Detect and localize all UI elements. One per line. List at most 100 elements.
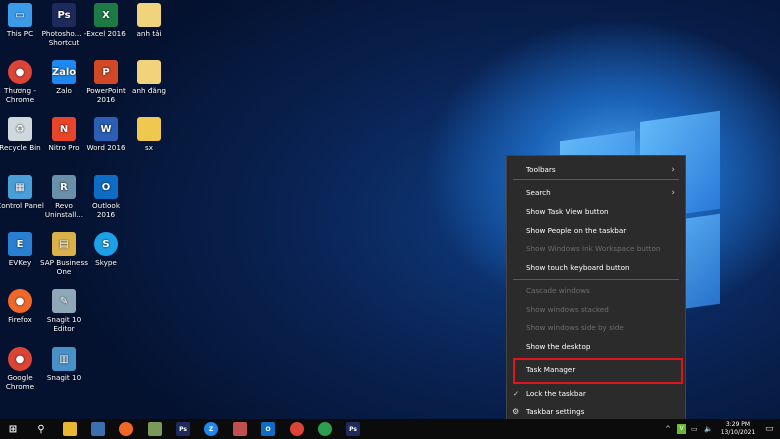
menu-item-label: Show People on the taskbar — [526, 226, 627, 235]
menu-item-label: Show Windows Ink Workspace button — [526, 244, 661, 253]
taskbar-zalo-icon[interactable]: Z — [204, 422, 218, 436]
notification-center-icon[interactable]: ▭ — [765, 419, 774, 439]
checkmark-icon: ✓ — [513, 389, 520, 398]
menu-item-show-windows-stacked[interactable]: Show windows stacked — [526, 303, 679, 317]
volume-icon[interactable]: 🔈 — [704, 419, 713, 439]
evkey-tray-icon[interactable]: V — [677, 424, 686, 434]
desktop-icon-zalo[interactable]: Zalo Zalo — [40, 60, 88, 95]
menu-item-label: Show Task View button — [526, 207, 609, 216]
desktop-icon-snagit-10-editor[interactable]: ✎ Snagit 10 Editor — [40, 289, 88, 333]
menu-separator — [513, 279, 679, 280]
folder-icon — [137, 117, 161, 141]
chevron-right-icon: › — [671, 165, 675, 175]
menu-item-label: Show touch keyboard button — [526, 263, 630, 272]
desktop-icon-label: Excel 2016 — [86, 29, 126, 38]
taskbar-paint-app-icon[interactable] — [233, 422, 247, 436]
desktop-icon-anh-t-i[interactable]: anh tải — [125, 3, 173, 38]
taskbar-photoshop-icon[interactable]: Ps — [346, 422, 360, 436]
taskbar-windows-start-icon[interactable]: ⊞ — [6, 422, 20, 436]
desktop-icon-label: sx — [145, 143, 153, 152]
desktop-icon-label: Google Chrome — [5, 373, 35, 391]
desktop-icon-label: PowerPoint 2016 — [86, 86, 126, 104]
menu-separator — [513, 179, 679, 180]
desktop-icon-nitro-pro[interactable]: N Nitro Pro — [40, 117, 88, 152]
desktop-icon-label: anh tải — [136, 29, 162, 38]
desktop-icon-recycle-bin[interactable]: ♻ Recycle Bin — [0, 117, 44, 152]
desktop-icon-word-2016[interactable]: W Word 2016 — [82, 117, 130, 152]
menu-item-toolbars[interactable]: Toolbars › — [526, 163, 679, 177]
menu-item-cascade-windows[interactable]: Cascade windows — [526, 284, 679, 298]
show-hidden-icons-chevron-icon[interactable]: ^ — [665, 419, 671, 439]
desktop-icon-control-panel[interactable]: ▦ Control Panel — [0, 175, 44, 210]
taskbar-chrome-icon[interactable] — [318, 422, 332, 436]
taskbar-photoshop-icon[interactable]: Ps — [176, 422, 190, 436]
desktop-icon-excel-2016[interactable]: X Excel 2016 — [82, 3, 130, 38]
menu-item-show-task-view-button[interactable]: Show Task View button — [526, 205, 679, 219]
folder-icon — [137, 60, 161, 84]
skype-icon: S — [94, 232, 118, 256]
menu-item-label: Task Manager — [526, 365, 576, 374]
recycle-bin-icon: ♻ — [8, 117, 32, 141]
desktop-icon-label: Nitro Pro — [48, 143, 80, 152]
taskbar-outlook-icon[interactable]: O — [261, 422, 275, 436]
menu-item-label: Taskbar settings — [526, 407, 585, 416]
taskbar: ^ V ▭ 🔈 3:29 PM 13/10/2021 ▭ ⊞ ⚲ Ps Z O Ps — [0, 419, 780, 439]
taskbar-chrome-icon[interactable] — [290, 422, 304, 436]
photoshop-icon: Ps — [52, 3, 76, 27]
desktop-icon-sx[interactable]: sx — [125, 117, 173, 152]
powerpoint-icon: P — [94, 60, 118, 84]
taskbar-search-icon[interactable]: ⚲ — [34, 422, 48, 436]
desktop-icon-label: Photosho... - Shortcut — [41, 29, 87, 47]
desktop-icon-label: Word 2016 — [86, 143, 126, 152]
evkey-icon: E — [8, 232, 32, 256]
network-icon[interactable]: ▭ — [691, 419, 698, 439]
menu-item-label: Cascade windows — [526, 286, 590, 295]
desktop-icon-photosho-shortcut[interactable]: Ps Photosho... - Shortcut — [40, 3, 88, 47]
desktop-icon-label: Recycle Bin — [0, 143, 41, 152]
desktop-icon-anh-ng[interactable]: anh đăng — [125, 60, 173, 95]
taskbar-snagit-editor-icon[interactable] — [148, 422, 162, 436]
desktop-icon-evkey[interactable]: E EVKey — [0, 232, 44, 267]
desktop-icon-firefox[interactable]: ● Firefox — [0, 289, 44, 324]
desktop-icon-label: Zalo — [56, 86, 72, 95]
menu-item-label: Show the desktop — [526, 342, 591, 351]
chrome-icon: ● — [8, 60, 32, 84]
taskbar-file-explorer-icon[interactable] — [63, 422, 77, 436]
desktop-icon-label: Firefox — [8, 315, 32, 324]
menu-item-label: Search — [526, 188, 551, 197]
desktop-icon-revo-uninstall-[interactable]: R Revo Uninstall... — [40, 175, 88, 219]
desktop-icon-th-ng-chrome[interactable]: ● Thương - Chrome — [0, 60, 44, 104]
menu-item-search[interactable]: Search › — [526, 186, 679, 200]
desktop-icon-label: Snagit 10 — [46, 373, 82, 382]
desktop-icon-sap-business-one[interactable]: ▤ SAP Business One — [40, 232, 88, 276]
menu-item-show-the-desktop[interactable]: Show the desktop — [526, 340, 679, 354]
desktop-icon-powerpoint-2016[interactable]: P PowerPoint 2016 — [82, 60, 130, 104]
desktop-icon-snagit-10[interactable]: ▥ Snagit 10 — [40, 347, 88, 382]
desktop-icon-outlook-2016[interactable]: O Outlook 2016 — [82, 175, 130, 219]
menu-item-label: Show windows stacked — [526, 305, 609, 314]
desktop-icon-google-chrome[interactable]: ● Google Chrome — [0, 347, 44, 391]
menu-item-lock-the-taskbar[interactable]: Lock the taskbar ✓ — [513, 387, 679, 401]
desktop-icon-label: anh đăng — [132, 86, 166, 95]
outlook-icon: O — [94, 175, 118, 199]
menu-item-label: Show windows side by side — [526, 323, 624, 332]
computer-icon: ▭ — [8, 3, 32, 27]
taskbar-firefox-icon[interactable] — [119, 422, 133, 436]
clock[interactable]: 3:29 PM 13/10/2021 — [719, 421, 757, 437]
word-icon: W — [94, 117, 118, 141]
desktop-icon-skype[interactable]: S Skype — [82, 232, 130, 267]
chevron-right-icon: › — [671, 188, 675, 198]
clock-time: 3:29 PM — [725, 421, 751, 428]
control-panel-icon: ▦ — [8, 175, 32, 199]
menu-item-show-windows-side-by-side[interactable]: Show windows side by side — [526, 321, 679, 335]
taskbar-revo-uninstaller-icon[interactable] — [91, 422, 105, 436]
menu-item-taskbar-settings[interactable]: Taskbar settings ⚙ — [512, 405, 679, 419]
desktop-icon-this-pc[interactable]: ▭ This PC — [0, 3, 44, 38]
menu-item-show-touch-keyboard-button[interactable]: Show touch keyboard button — [526, 261, 679, 275]
menu-item-show-people-on-the-taskbar[interactable]: Show People on the taskbar — [526, 224, 679, 238]
folder-icon — [137, 3, 161, 27]
sap-business-one-icon: ▤ — [52, 232, 76, 256]
menu-item-show-windows-ink-workspace-button[interactable]: Show Windows Ink Workspace button — [526, 242, 679, 256]
menu-item-task-manager[interactable]: Task Manager — [526, 363, 679, 377]
desktop-icon-label: Revo Uninstall... — [44, 201, 84, 219]
